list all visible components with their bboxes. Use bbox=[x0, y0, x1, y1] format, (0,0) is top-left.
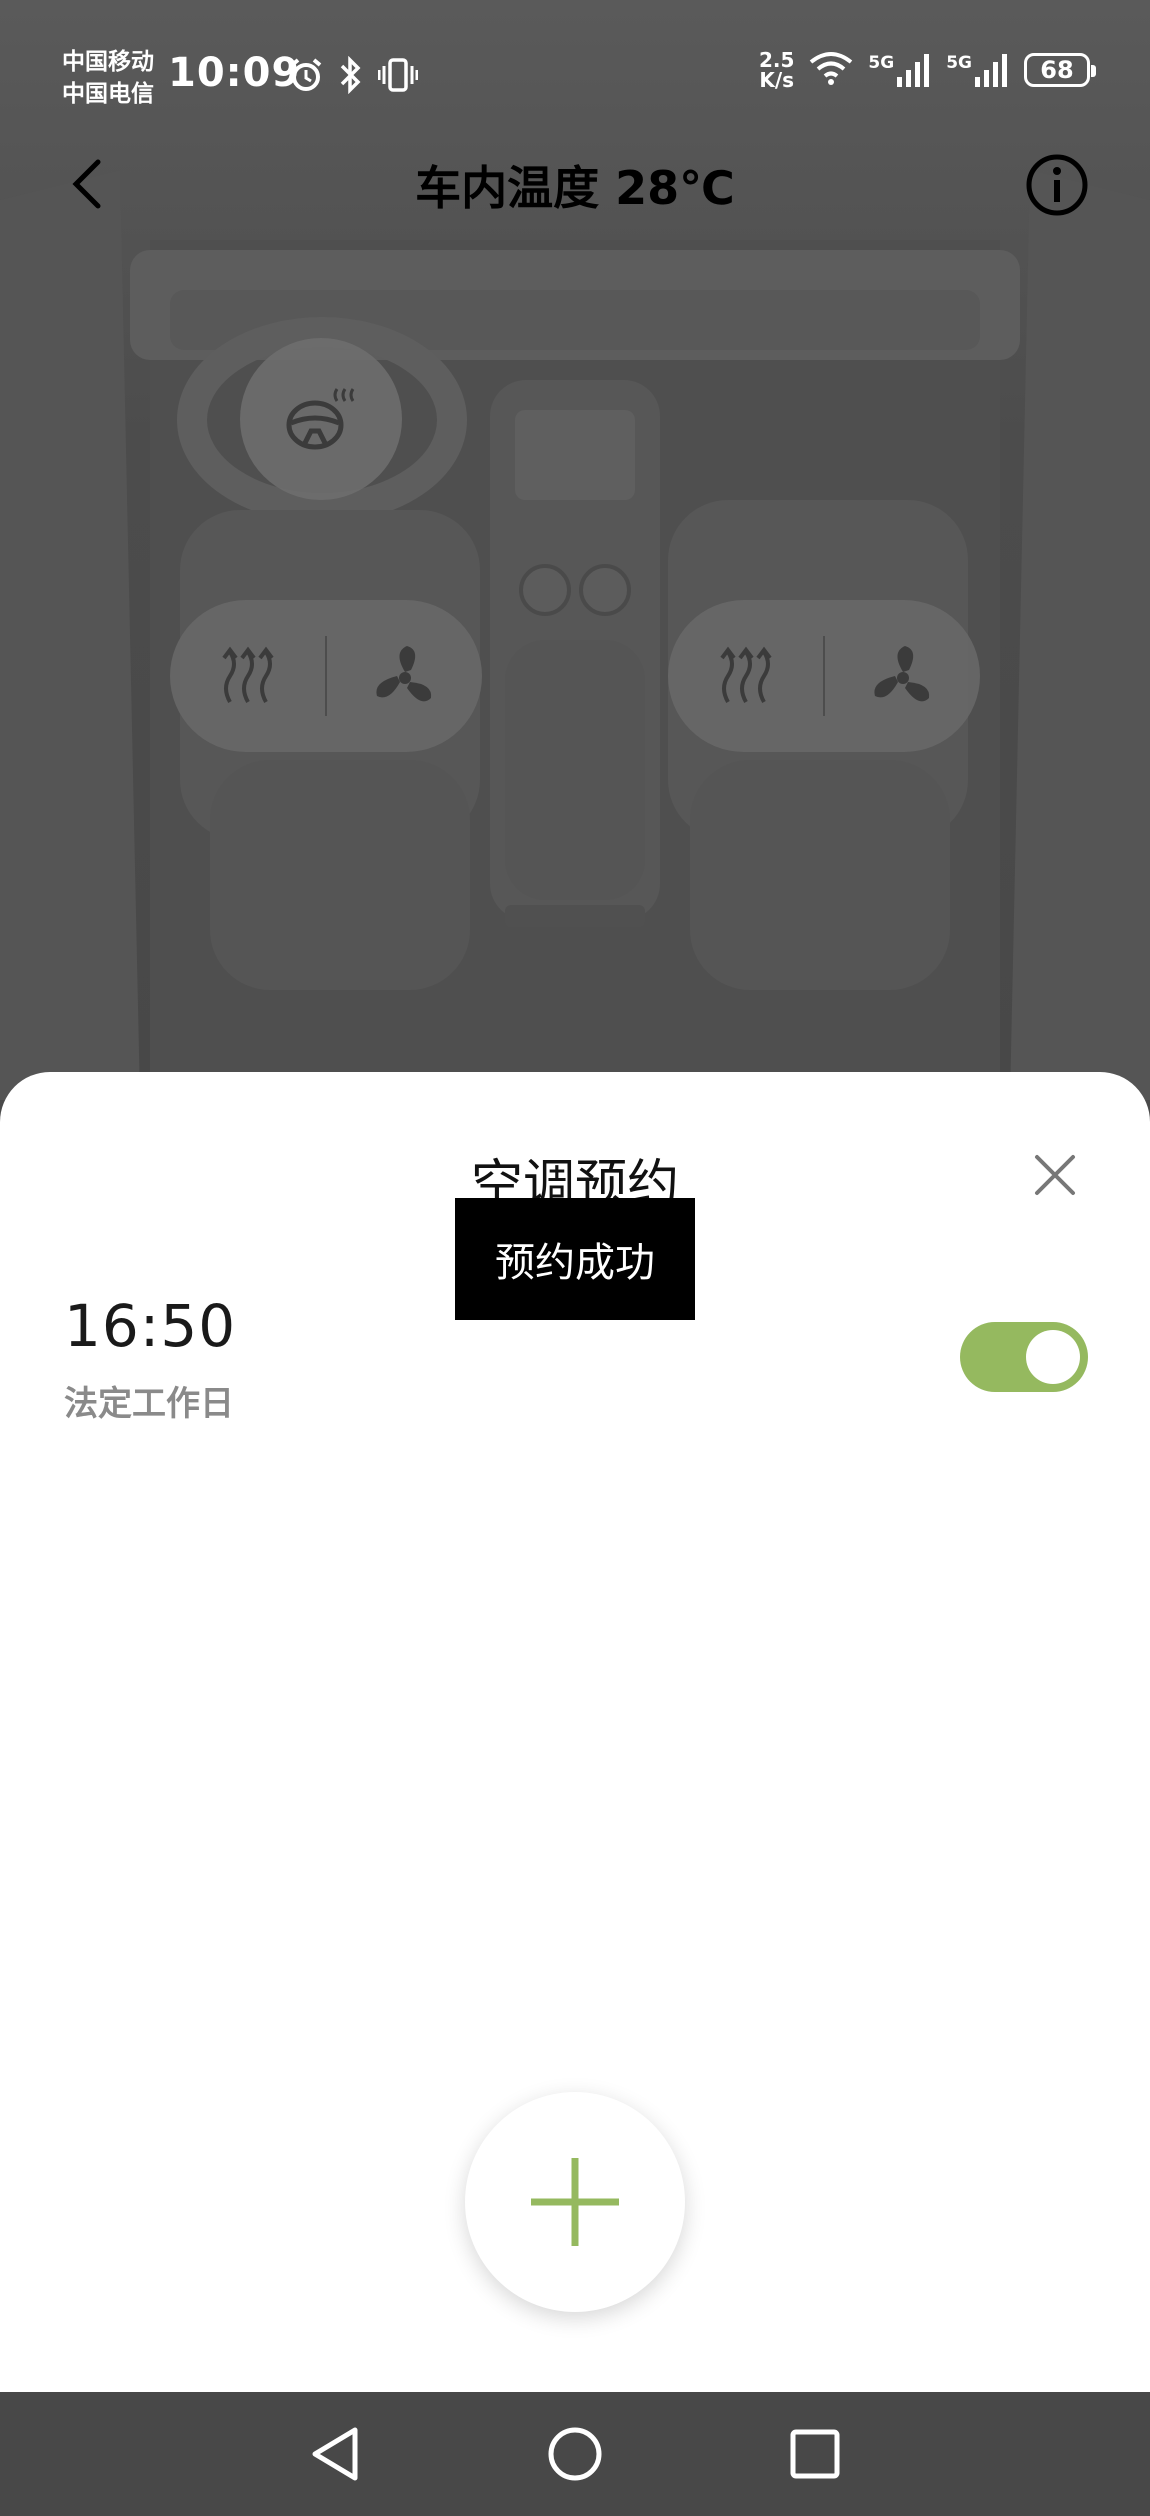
bluetooth-icon bbox=[338, 55, 364, 98]
battery-icon: 68 bbox=[1024, 53, 1096, 87]
battery-level: 68 bbox=[1040, 56, 1074, 84]
system-nav-bar bbox=[0, 2392, 1150, 2516]
toast-text: 预约成功 bbox=[495, 1240, 655, 1286]
seat-heat-icon bbox=[221, 646, 274, 703]
network-type-2: 5G bbox=[946, 53, 972, 73]
signal-icon-2: 5G bbox=[946, 53, 1010, 87]
network-type-1: 5G bbox=[868, 53, 895, 73]
fan-icon bbox=[873, 646, 929, 702]
close-button[interactable] bbox=[1032, 1152, 1078, 1198]
close-icon bbox=[1035, 1155, 1075, 1195]
wifi-icon bbox=[808, 50, 854, 90]
nav-back-button[interactable] bbox=[300, 2419, 370, 2489]
back-triangle-icon bbox=[312, 2427, 358, 2481]
carrier-names: 中国移动 中国电信 bbox=[62, 46, 154, 110]
fan-icon bbox=[375, 646, 431, 702]
driver-seat-controls bbox=[170, 600, 482, 752]
status-bar: 中国移动 中国电信 10:09 2.5 K/s 5G 5G 68 bbox=[0, 0, 1150, 130]
toast-message: 预约成功 bbox=[455, 1198, 695, 1320]
steering-wheel-heat-icon bbox=[286, 388, 355, 450]
net-speed: 2.5 K/s bbox=[759, 50, 794, 90]
steering-wheel-heat-button[interactable] bbox=[240, 338, 402, 500]
schedule-time: 16:50 bbox=[64, 1292, 237, 1360]
seat-heat-icon bbox=[719, 646, 772, 703]
signal-icon: 5G bbox=[868, 53, 932, 87]
car-view: 中国移动 中国电信 10:09 2.5 K/s 5G 5G 68 车内温度 28… bbox=[0, 0, 1150, 1100]
passenger-seat-vent-button[interactable] bbox=[825, 600, 980, 752]
recents-square-icon bbox=[790, 2429, 840, 2479]
driver-seat-vent-button[interactable] bbox=[327, 600, 482, 752]
alarm-icon bbox=[288, 57, 324, 97]
passenger-seat-controls bbox=[668, 600, 980, 752]
passenger-seat-heat-button[interactable] bbox=[668, 600, 823, 752]
net-speed-unit: K/s bbox=[759, 68, 795, 92]
status-time: 10:09 bbox=[168, 50, 301, 96]
info-button[interactable] bbox=[1024, 152, 1090, 218]
nav-recents-button[interactable] bbox=[780, 2419, 850, 2489]
nav-home-button[interactable] bbox=[540, 2419, 610, 2489]
add-schedule-button[interactable] bbox=[465, 2092, 685, 2312]
carrier-2: 中国电信 bbox=[62, 81, 154, 107]
app-header: 车内温度 28℃ bbox=[0, 140, 1150, 230]
page-title: 车内温度 28℃ bbox=[415, 161, 735, 215]
net-speed-value: 2.5 bbox=[758, 48, 795, 72]
home-circle-icon bbox=[548, 2427, 602, 2481]
plus-icon bbox=[531, 2158, 619, 2246]
info-icon bbox=[1026, 154, 1088, 216]
schedule-repeat: 法定工作日 bbox=[64, 1384, 234, 1424]
vibrate-icon bbox=[377, 56, 419, 98]
driver-seat-heat-button[interactable] bbox=[170, 600, 325, 752]
schedule-toggle[interactable] bbox=[960, 1322, 1088, 1392]
toggle-knob bbox=[1026, 1330, 1080, 1384]
carrier-1: 中国移动 bbox=[62, 49, 154, 75]
